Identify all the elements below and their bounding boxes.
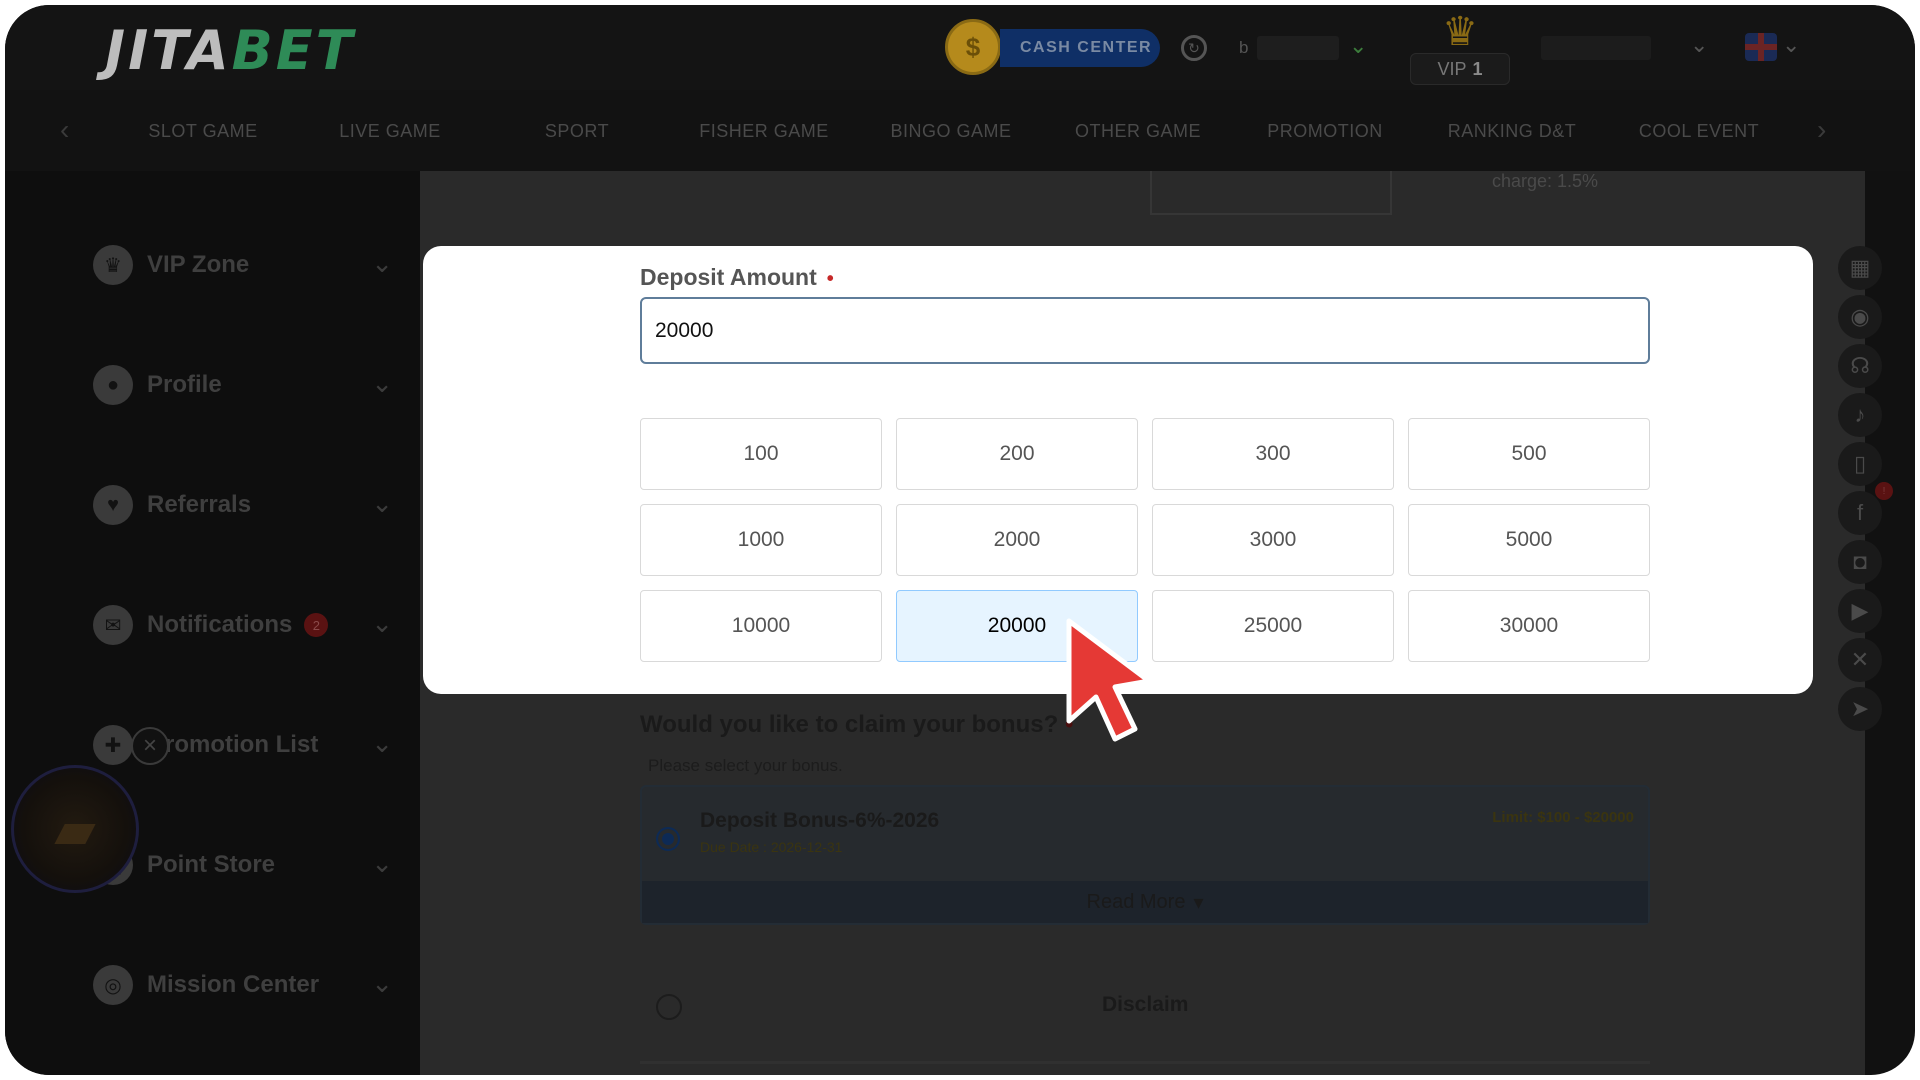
chevron-down-icon: ⌄ [371,248,393,278]
bonus-option-card[interactable]: Deposit Bonus-6%-2026 Due Date : 2026-12… [640,785,1650,925]
nav-bingo-game[interactable]: BINGO GAME [890,121,1011,142]
notification-dot: ! [1875,482,1893,500]
bonus-hint: Please select your bonus. [648,756,843,775]
charge-note: charge: 1.5% [1492,171,1599,191]
deposit-amount-input[interactable] [640,297,1650,364]
nav-fisher-game[interactable]: FISHER GAME [699,121,829,142]
close-icon[interactable]: × [131,727,169,765]
target-icon: ◎ [93,965,133,1005]
chevron-down-icon: ⌄ [371,848,393,878]
sidebar-item-point-store[interactable]: ▣ Point Store ⌄ [93,840,393,890]
cash-center-button[interactable]: CASH CENTER [1000,29,1160,67]
bonus-limit: Limit: $100 - $20000 [1492,809,1634,826]
amount-button-5000[interactable]: 5000 [1408,504,1650,576]
amount-button-3000[interactable]: 3000 [1152,504,1394,576]
read-more-button[interactable]: Read More ▾ [642,881,1648,923]
user-icon: ● [93,365,133,405]
sidebar: ♛ VIP Zone ⌄ ● Profile ⌄ ♥ Referrals ⌄ ✉… [5,171,420,1075]
chevron-down-icon[interactable]: ⌄ [1349,33,1367,59]
bell-icon[interactable]: ♪ [1838,393,1882,437]
phone-icon[interactable]: ▯ [1838,442,1882,486]
caret-down-icon: ▾ [1193,891,1204,914]
chevron-down-icon: ⌄ [371,728,393,758]
headset-icon[interactable]: ☊ [1838,344,1882,388]
amount-button-10000[interactable]: 10000 [640,590,882,662]
sidebar-item-vip-zone[interactable]: ♛ VIP Zone ⌄ [93,240,393,290]
amount-button-25000[interactable]: 25000 [1152,590,1394,662]
divider [640,1061,1650,1064]
chevron-down-icon: ⌄ [371,488,393,518]
gift-icon: ✚ [93,725,133,765]
nav-ranking[interactable]: RANKING D&T [1448,121,1577,142]
nav-other-game[interactable]: OTHER GAME [1075,121,1201,142]
amount-button-2000[interactable]: 2000 [896,504,1138,576]
nav-sport[interactable]: SPORT [545,121,609,142]
deposit-amount-label: Deposit Amount • [640,264,834,290]
bonus-due-date: Due Date : 2026-12-31 [700,839,843,855]
crown-icon: ♛ [1442,10,1478,54]
username-masked [1541,36,1651,60]
instagram-icon[interactable]: ◘ [1838,540,1882,584]
chevron-down-icon: ⌄ [371,368,393,398]
bonus-title: Deposit Bonus-6%-2026 [700,809,940,832]
category-nav: ‹ SLOT GAME LIVE GAME SPORT FISHER GAME … [5,90,1915,171]
balance-value-masked [1257,36,1339,60]
disclaim-radio[interactable] [656,994,682,1020]
bonus-radio-selected[interactable] [656,827,680,851]
sidebar-item-notifications[interactable]: ✉ Notifications 2 ⌄ [93,600,393,650]
refresh-icon[interactable]: ↻ [1181,35,1207,61]
amount-button-200[interactable]: 200 [896,418,1138,490]
chevron-left-icon[interactable]: ‹ [60,114,69,146]
cursor-pointer-icon [1066,618,1152,742]
payment-method-card[interactable] [1150,171,1392,215]
treasure-chest-icon[interactable]: ▰ [11,765,139,893]
nav-cool-event[interactable]: COOL EVENT [1639,121,1759,142]
app-frame: JITABET $ CASH CENTER ↻ b ⌄ ♛ VIP 1 ⌄ ⌄ ‹… [5,5,1915,1075]
youtube-icon[interactable]: ▶ [1838,589,1882,633]
x-twitter-icon[interactable]: ✕ [1838,638,1882,682]
amount-button-30000[interactable]: 30000 [1408,590,1650,662]
chevron-down-icon[interactable]: ⌄ [1782,32,1800,58]
sidebar-item-referrals[interactable]: ♥ Referrals ⌄ [93,480,393,530]
uk-flag-icon[interactable] [1745,33,1777,61]
coin-icon[interactable]: $ [945,19,1001,75]
balance-prefix: b [1239,38,1249,57]
crown-icon: ♛ [93,245,133,285]
sidebar-item-mission-center[interactable]: ◎ Mission Center ⌄ [93,960,393,1010]
jitabet-logo[interactable]: JITABET [105,19,356,82]
mail-icon: ✉ [93,605,133,645]
sidebar-item-profile[interactable]: ● Profile ⌄ [93,360,393,410]
vip-level-badge[interactable]: VIP 1 [1410,53,1510,85]
top-header: JITABET $ CASH CENTER ↻ b ⌄ ♛ VIP 1 ⌄ ⌄ [5,5,1915,90]
promo-icon[interactable]: ◉ [1838,295,1882,339]
facebook-icon[interactable]: f [1838,491,1882,535]
amount-button-300[interactable]: 300 [1152,418,1394,490]
chevron-down-icon: ⌄ [371,968,393,998]
gift-icon[interactable]: ▦ [1838,246,1882,290]
notification-count-badge: 2 [304,613,329,637]
chevron-right-icon[interactable]: › [1817,114,1826,146]
telegram-icon[interactable]: ➤ [1838,687,1882,731]
required-indicator: • [826,268,834,290]
amount-button-500[interactable]: 500 [1408,418,1650,490]
amount-button-100[interactable]: 100 [640,418,882,490]
chevron-down-icon: ⌄ [371,608,393,638]
heart-icon: ♥ [93,485,133,525]
amount-button-1000[interactable]: 1000 [640,504,882,576]
nav-promotion[interactable]: PROMOTION [1267,121,1383,142]
nav-slot-game[interactable]: SLOT GAME [148,121,257,142]
nav-live-game[interactable]: LIVE GAME [339,121,441,142]
disclaim-label: Disclaim [1102,993,1189,1016]
chevron-down-icon[interactable]: ⌄ [1690,32,1708,58]
bonus-question: Would you like to claim your bonus? • [640,711,1074,738]
